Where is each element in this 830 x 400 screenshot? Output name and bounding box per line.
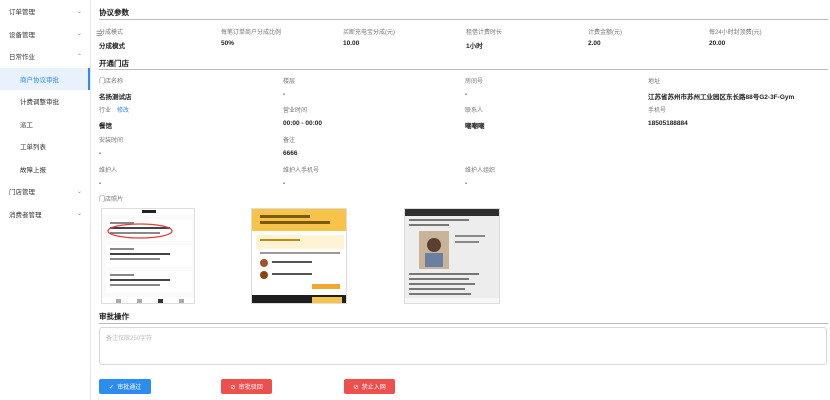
- sidebar-item-2[interactable]: 日常作业 ⌃: [0, 45, 90, 68]
- reject-button[interactable]: ⊘ 审批驳回: [221, 379, 272, 394]
- value-maintainer-org: -: [465, 180, 468, 187]
- ban-circle-icon: ⊘: [353, 383, 359, 391]
- sidebar-item-8[interactable]: 门店管理 ⌄: [0, 180, 90, 203]
- divider: [99, 69, 828, 70]
- value-store-name: 名扬测试店: [99, 94, 132, 101]
- section-title-store: 开通门店: [99, 59, 129, 68]
- sidebar-item-6[interactable]: 工单列表: [0, 135, 90, 158]
- label-contact: 联系人: [465, 108, 484, 114]
- main-content: 协议参数 ☰ 分成模式 每笔订单商户分成比例 买断充电宝分成(元) 租借计费时长…: [91, 0, 830, 400]
- label-share-mode: 分成模式: [99, 30, 124, 36]
- sidebar-item-label: 商户协议审批: [20, 76, 59, 84]
- section-title-protocol: 协议参数: [99, 8, 129, 17]
- sidebar-item-label: 设备管理: [9, 31, 35, 39]
- label-floor: 楼层: [283, 79, 296, 85]
- value-rent-duration: 1小时: [466, 43, 483, 50]
- value-business-hours: 00:00 - 00:00: [283, 120, 323, 127]
- sidebar-item-0[interactable]: 订单管理 ⌄: [0, 0, 90, 23]
- value-industry: 餐馆: [99, 123, 112, 130]
- value-daily-cap: 20.00: [709, 40, 726, 47]
- sidebar-item-label: 订单管理: [9, 9, 35, 17]
- chevron-down-icon: ⌄: [76, 8, 82, 15]
- industry-edit-link[interactable]: 修改: [117, 108, 129, 114]
- chevron-down-icon: ⌄: [76, 31, 82, 38]
- label-maintainer: 维护人: [99, 168, 118, 174]
- sidebar-item-label: 门店管理: [9, 189, 35, 197]
- sidebar-item-label: 消费者管理: [9, 211, 42, 219]
- ban-circle-icon: ⊘: [230, 383, 236, 391]
- label-business-hours: 营业时间: [283, 108, 308, 114]
- value-contact: 嘲嘲嘲: [465, 123, 485, 130]
- value-buyout-share: 10.00: [343, 40, 360, 47]
- sidebar-item-label: 故障上报: [20, 166, 46, 174]
- value-floor: -: [283, 91, 286, 98]
- value-phone: 18505188884: [648, 120, 688, 127]
- sidebar-item-label: 计费调整审批: [20, 99, 59, 107]
- value-install-time: -: [99, 150, 102, 157]
- label-phone: 手机号: [648, 108, 667, 114]
- chevron-up-icon: ⌃: [76, 53, 82, 60]
- chevron-down-icon: ⌄: [76, 188, 82, 195]
- approval-remark-input[interactable]: [100, 328, 826, 364]
- label-store-photos: 门店照片: [99, 197, 124, 203]
- sidebar: 订单管理 ⌄ 设备管理 ⌄ 日常作业 ⌃ 商户协议审批 计费调整审批 派工工单列表故障上报门店管…: [0, 0, 91, 400]
- label-maintainer-phone: 维护人手机号: [283, 168, 320, 174]
- label-install-time: 安装时间: [99, 138, 124, 144]
- value-share-mode: 分成模式: [99, 43, 125, 50]
- reject-button-label: 审批驳回: [238, 385, 263, 391]
- sidebar-item-1[interactable]: 设备管理 ⌄: [0, 23, 90, 46]
- ban-network-button-label: 禁止入网: [361, 385, 386, 391]
- store-photo-1[interactable]: [101, 208, 195, 304]
- check-icon: ✓: [108, 383, 115, 391]
- label-address: 地址: [648, 79, 661, 85]
- label-maintainer-org: 维护人组织: [465, 168, 496, 174]
- label-room: 房间号: [465, 79, 484, 85]
- section-title-approval: 审批操作: [99, 312, 129, 321]
- label-industry: 行业 修改: [99, 105, 129, 114]
- label-order-share-ratio: 每笔订单商户分成比例: [221, 30, 282, 36]
- label-daily-cap: 每24小时封顶费(元): [709, 30, 762, 36]
- value-room: -: [465, 91, 468, 98]
- sidebar-item-label: 日常作业: [9, 54, 35, 62]
- value-charge-amount: 2.00: [588, 40, 601, 47]
- ban-network-button[interactable]: ⊘ 禁止入网: [344, 379, 395, 394]
- label-industry-text: 行业: [99, 108, 112, 114]
- sidebar-item-5[interactable]: 派工: [0, 113, 90, 136]
- value-address: 江苏省苏州市苏州工业园区东长路88号G2-3F-Gym: [648, 94, 795, 101]
- sidebar-item-7[interactable]: 故障上报: [0, 158, 90, 181]
- value-maintainer-phone: -: [283, 180, 286, 187]
- value-remark: 6666: [283, 150, 298, 157]
- store-photo-2[interactable]: [251, 208, 347, 304]
- sidebar-item-3[interactable]: 商户协议审批: [0, 67, 90, 90]
- label-store-name: 门店名称: [99, 79, 124, 85]
- approve-button-label: 审批通过: [117, 385, 142, 391]
- value-maintainer: -: [99, 180, 102, 187]
- label-buyout-share: 买断充电宝分成(元): [343, 30, 395, 36]
- divider: [99, 19, 828, 20]
- divider: [99, 323, 828, 324]
- chevron-down-icon: ⌄: [76, 211, 82, 218]
- sidebar-item-label: 派工: [20, 121, 33, 129]
- sidebar-item-label: 工单列表: [20, 144, 46, 152]
- label-charge-amount: 计费金额(元): [588, 30, 622, 36]
- value-order-share-ratio: 50%: [221, 40, 235, 47]
- label-rent-duration: 租借计费时长: [466, 30, 503, 36]
- store-photo-3[interactable]: [404, 208, 500, 304]
- sidebar-item-9[interactable]: 消费者管理 ⌄: [0, 203, 90, 226]
- label-remark: 备注: [283, 138, 296, 144]
- sidebar-item-4[interactable]: 计费调整审批: [0, 90, 90, 113]
- approval-remark-wrapper: [99, 327, 827, 365]
- approve-button[interactable]: ✓ 审批通过: [99, 379, 151, 394]
